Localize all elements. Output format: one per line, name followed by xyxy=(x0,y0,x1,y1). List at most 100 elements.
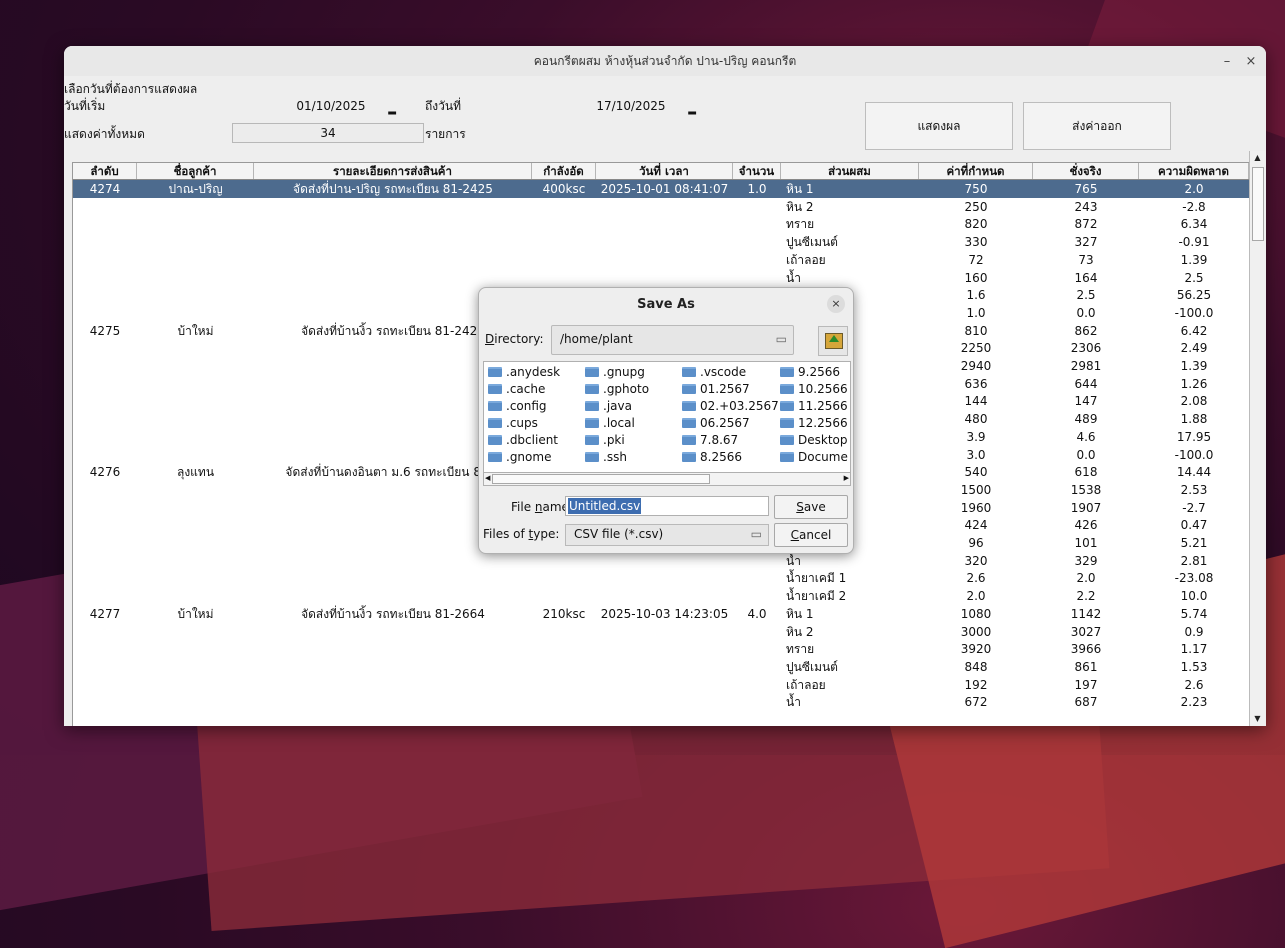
folder-item[interactable]: 02.+03.2567 xyxy=(682,398,779,415)
cell-error: -23.08 xyxy=(1174,571,1214,586)
vertical-scrollbar[interactable]: ▲ ▼ xyxy=(1249,151,1265,726)
table-row[interactable]: เถ้าลอย 72 73 1.39 xyxy=(73,251,1249,269)
cell-mix: น้ำ xyxy=(786,270,801,285)
folder-item[interactable]: .gnome xyxy=(488,449,551,466)
folder-item[interactable]: 12.2566 xyxy=(780,415,848,432)
cell-customer xyxy=(137,516,254,534)
table-row[interactable]: ปูนซีเมนต์ 330 327 -0.91 xyxy=(73,233,1249,251)
export-button[interactable]: ส่งค่าออก xyxy=(1023,102,1171,150)
folder-item[interactable]: .dbclient xyxy=(488,432,558,449)
cell-datetime xyxy=(596,640,733,658)
cell-actual: 329 xyxy=(1074,553,1098,568)
file-list[interactable]: .anydesk .cache .config .cups .dbclient .gnom… xyxy=(483,361,851,477)
scroll-thumb[interactable] xyxy=(1252,167,1264,241)
table-row[interactable]: น้ำยาเคมี 1 2.6 2.0 -23.08 xyxy=(73,569,1249,587)
column-header[interactable]: วันที่ เวลา xyxy=(596,163,733,179)
folder-item[interactable]: 8.2566 xyxy=(682,449,742,466)
cell-actual: 3027 xyxy=(1070,624,1102,639)
hscroll-thumb[interactable] xyxy=(492,474,710,484)
cell-datetime xyxy=(596,269,733,287)
window-title: คอนกรีตผสม ห้างหุ้นส่วนจำกัด ปาน-ปริญ คอ… xyxy=(533,54,797,68)
cell-customer xyxy=(137,587,254,605)
column-header[interactable]: รายละเอียดการส่งสินค้า xyxy=(254,163,532,179)
folder-item[interactable]: 7.8.67 xyxy=(682,432,738,449)
folder-item[interactable]: .cups xyxy=(488,415,538,432)
column-header[interactable]: ส่วนผสม xyxy=(781,163,919,179)
cell-id: 4275 xyxy=(89,323,121,338)
cell-strength xyxy=(532,587,596,605)
close-button[interactable]: × xyxy=(1240,46,1262,76)
folder-item[interactable]: .java xyxy=(585,398,632,415)
column-header[interactable]: จำนวน xyxy=(733,163,781,179)
cell-strength xyxy=(532,658,596,676)
dialog-close-button[interactable]: × xyxy=(827,295,845,313)
folder-item[interactable]: .gnupg xyxy=(585,364,645,381)
table-row[interactable]: น้ำยาเคมี 2 2.0 2.2 10.0 xyxy=(73,587,1249,605)
cell-customer xyxy=(137,569,254,587)
folder-item[interactable]: .local xyxy=(585,415,635,432)
folder-item[interactable]: .ssh xyxy=(585,449,627,466)
folder-item[interactable]: .anydesk xyxy=(488,364,560,381)
table-row[interactable]: น้ำ 672 687 2.23 xyxy=(73,693,1249,711)
cell-qty: 4.0 xyxy=(747,606,767,621)
folder-item[interactable]: .config xyxy=(488,398,547,415)
start-date-picker[interactable]: 01/10/2025 ▂ xyxy=(264,96,398,116)
table-row[interactable]: หิน 2 250 243 -2.8 xyxy=(73,198,1249,216)
cell-qty xyxy=(733,251,781,269)
table-row[interactable]: น้ำ 320 329 2.81 xyxy=(73,552,1249,570)
column-header[interactable]: ชั่งจริง xyxy=(1033,163,1139,179)
end-date-picker[interactable]: 17/10/2025 ▂ xyxy=(564,96,698,116)
cell-datetime xyxy=(596,569,733,587)
table-row[interactable]: เถ้าลอย 192 197 2.6 xyxy=(73,676,1249,694)
filename-input[interactable]: Untitled.csv xyxy=(565,496,769,516)
folder-item[interactable]: 10.2566 xyxy=(780,381,848,398)
cell-qty: 1.0 xyxy=(747,182,767,196)
folder-item[interactable]: .cache xyxy=(488,381,545,398)
folder-name: 02.+03.2567 xyxy=(700,399,779,413)
scroll-down-icon[interactable]: ▼ xyxy=(1250,712,1265,726)
table-row[interactable]: ทราย 3920 3966 1.17 xyxy=(73,640,1249,658)
cell-error: 5.74 xyxy=(1180,606,1208,621)
cell-error: 6.34 xyxy=(1180,217,1208,232)
directory-combo[interactable]: /home/plant ▭ xyxy=(551,325,794,355)
folder-item[interactable]: Docume xyxy=(780,449,848,466)
show-results-button[interactable]: แสดงผล xyxy=(865,102,1013,150)
table-row[interactable]: หิน 2 3000 3027 0.9 xyxy=(73,623,1249,641)
folder-item[interactable]: 9.2566 xyxy=(780,364,840,381)
cell-mix: เถ้าลอย xyxy=(786,677,826,692)
table-row[interactable]: ปูนซีเมนต์ 848 861 1.53 xyxy=(73,658,1249,676)
folder-item[interactable]: .pki xyxy=(585,432,625,449)
up-folder-button[interactable] xyxy=(818,326,848,356)
minimize-button[interactable]: – xyxy=(1216,46,1238,76)
folder-item[interactable]: 11.2566 xyxy=(780,398,848,415)
folder-item[interactable]: 01.2567 xyxy=(682,381,750,398)
column-header[interactable]: ค่าที่กำหนด xyxy=(919,163,1033,179)
column-header[interactable]: ลำดับ xyxy=(73,163,137,179)
table-row[interactable]: ทราย 820 872 6.34 xyxy=(73,215,1249,233)
cell-mix: หิน 1 xyxy=(786,606,814,621)
cancel-button[interactable]: Cancel xyxy=(774,523,848,547)
scroll-up-icon[interactable]: ▲ xyxy=(1250,151,1265,165)
cell-actual: 197 xyxy=(1074,677,1098,692)
file-list-scrollbar[interactable]: ◀ ▶ xyxy=(483,472,851,486)
save-button[interactable]: Save xyxy=(774,495,848,519)
column-header[interactable]: ชื่อลูกค้า xyxy=(137,163,254,179)
cell-detail xyxy=(254,269,532,287)
cell-id xyxy=(73,251,137,269)
folder-item[interactable]: .gphoto xyxy=(585,381,649,398)
folder-item[interactable]: .vscode xyxy=(682,364,746,381)
folder-icon xyxy=(780,418,794,428)
column-header[interactable]: กำลังอัด xyxy=(532,163,596,179)
table-row[interactable]: น้ำ 160 164 2.5 xyxy=(73,269,1249,287)
table-row[interactable]: 4277 บ้าใหม่ จัดส่งที่บ้านงิ้ว รถทะเบียน 8… xyxy=(73,605,1249,623)
folder-item[interactable]: Desktop xyxy=(780,432,848,449)
scroll-left-icon[interactable]: ◀ xyxy=(485,473,490,484)
folder-item[interactable]: 06.2567 xyxy=(682,415,750,432)
column-header[interactable]: ความผิดพลาด xyxy=(1139,163,1249,179)
cell-error: 14.44 xyxy=(1176,465,1212,480)
table-row[interactable]: 4274 ปาณ-ปริญ จัดส่งที่ปาน-ปริญ รถทะเบียน … xyxy=(73,180,1249,198)
scroll-right-icon[interactable]: ▶ xyxy=(844,473,849,484)
filetype-combo[interactable]: CSV file (*.csv) ▭ xyxy=(565,524,769,546)
cell-qty xyxy=(733,693,781,711)
cell-strength: 400ksc xyxy=(542,182,586,196)
